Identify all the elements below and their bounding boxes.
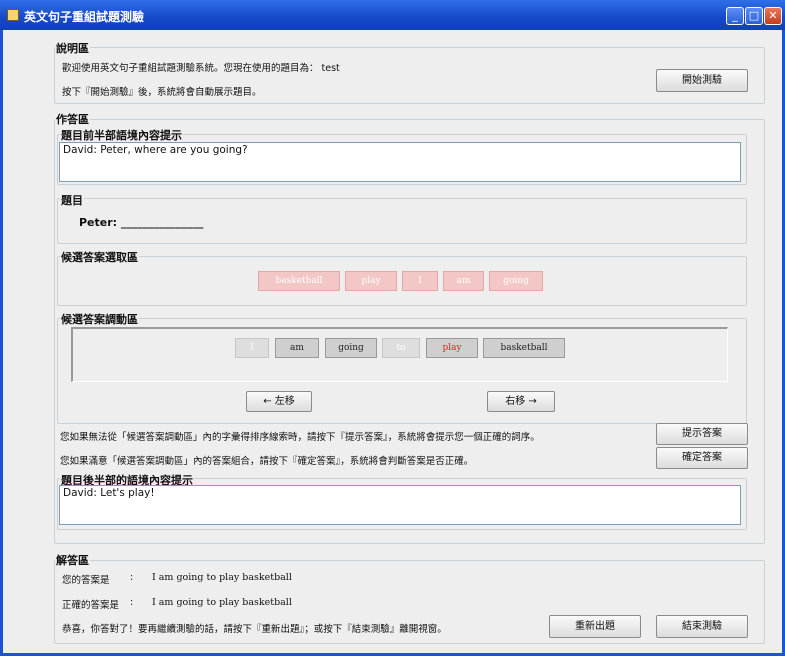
new-question-button[interactable]: 重新出題 <box>549 615 641 638</box>
maximize-icon[interactable]: □ <box>745 7 763 25</box>
correct-answer-label: 正確的答案是 <box>62 600 120 611</box>
candidate-tile[interactable]: I <box>402 271 438 291</box>
result-message: 恭喜，你答對了！要再繼續測驗的話，請按下『重新出題』；或按下『結束測驗』離開視窗… <box>62 624 447 635</box>
arrange-tile[interactable]: I <box>235 338 269 358</box>
arrange-tile[interactable]: to <box>382 338 420 358</box>
candidate-tile[interactable]: going <box>489 271 543 291</box>
suffix-hint-textarea[interactable]: David: Let's play! <box>59 485 741 525</box>
arrange-heading: 候選答案調動區 <box>60 311 139 327</box>
question-heading: 題目 <box>60 192 84 208</box>
hint-answer-button[interactable]: 提示答案 <box>656 423 748 445</box>
intro-heading: 說明區 <box>55 40 90 56</box>
move-left-button[interactable]: ← 左移 <box>246 391 312 412</box>
candidate-tile[interactable]: basketball <box>258 271 340 291</box>
arrange-tile[interactable]: am <box>275 338 319 358</box>
confirm-instruction: 您如果滿意「候選答案調動區」內的答案組合，請按下『確定答案』，系統將會判斷答案是… <box>60 456 474 467</box>
solution-heading: 解答區 <box>55 552 90 568</box>
correct-answer-value: I am going to play basketball <box>152 597 292 608</box>
start-test-button[interactable]: 開始測驗 <box>656 69 748 92</box>
prefix-hint-textarea[interactable]: David: Peter, where are you going? <box>59 142 741 182</box>
hint-instruction: 您如果無法從「候選答案調動區」內的字彙得排序線索時，請按下『提示答案』，系統將會… <box>60 432 540 443</box>
close-icon[interactable]: ✕ <box>764 7 782 25</box>
your-answer-label: 您的答案是 <box>62 575 110 586</box>
move-right-button[interactable]: 右移 → <box>487 391 555 412</box>
window-title-bar: 英文句子重組試題測驗 _ □ ✕ <box>0 0 785 30</box>
candidate-tile[interactable]: am <box>443 271 484 291</box>
candidate-heading: 候選答案選取區 <box>60 249 139 265</box>
window-title: 英文句子重組試題測驗 <box>24 10 145 24</box>
your-answer-colon: : <box>130 572 134 583</box>
welcome-text: 歡迎使用英文句子重組試題測驗系統。您現在使用的題目為： test <box>62 63 340 74</box>
question-text: Peter: _______________ <box>79 216 204 229</box>
prefix-hint-heading: 題目前半部語境內容提示 <box>60 127 183 143</box>
start-instruction: 按下『開始測驗』後，系統將會自動展示題目。 <box>62 87 262 98</box>
arrange-tile[interactable]: going <box>325 338 377 358</box>
arrange-tile[interactable]: basketball <box>483 338 565 358</box>
end-test-button[interactable]: 結束測驗 <box>656 615 748 638</box>
answer-area-heading: 作答區 <box>55 111 90 127</box>
minimize-icon[interactable]: _ <box>726 7 744 25</box>
arrange-tile-selected[interactable]: play <box>426 338 478 358</box>
confirm-answer-button[interactable]: 確定答案 <box>656 447 748 469</box>
app-icon <box>7 9 19 21</box>
candidate-tile[interactable]: play <box>345 271 397 291</box>
your-answer-value: I am going to play basketball <box>152 572 292 583</box>
correct-answer-colon: : <box>130 597 134 608</box>
